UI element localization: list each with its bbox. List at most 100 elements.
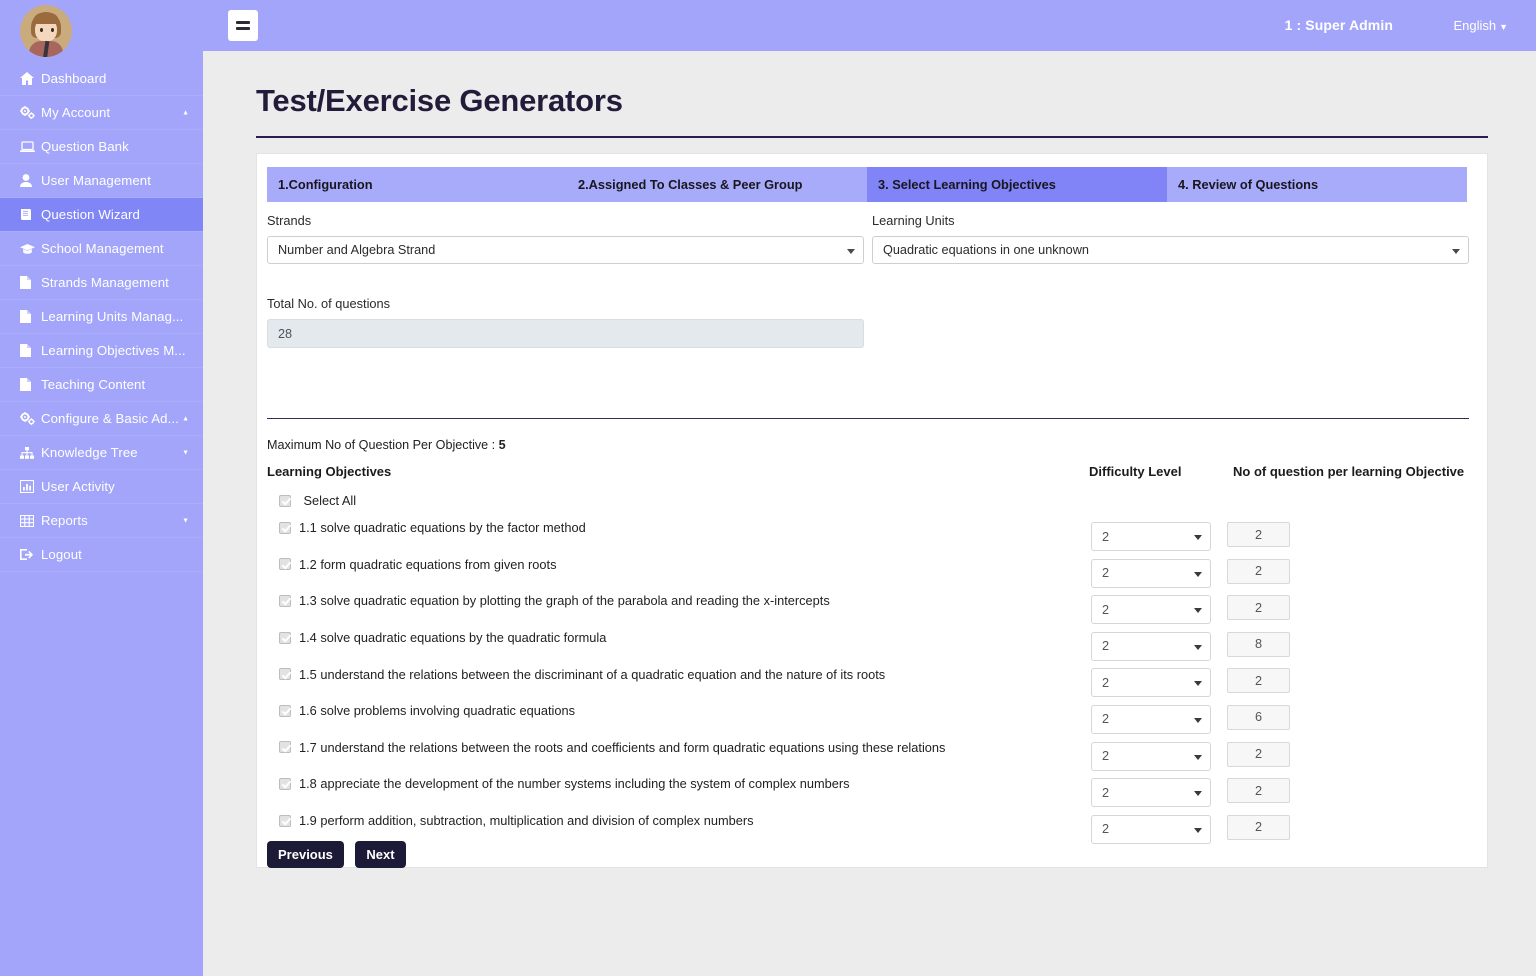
step-tab-1[interactable]: 1.Configuration 2.Assigned To Classes & … — [267, 167, 867, 202]
chevron-up-icon: ▲ — [182, 415, 189, 422]
question-count-input[interactable]: 2 — [1227, 558, 1290, 584]
objectives-list: 1.1 solve quadratic equations by the fac… — [279, 519, 1469, 848]
file-icon — [20, 344, 41, 357]
next-button[interactable]: Next — [355, 841, 406, 868]
objective-row: 1.9 perform addition, subtraction, multi… — [279, 812, 1469, 849]
objective-label: 1.8 appreciate the development of the nu… — [299, 776, 850, 792]
total-questions-label: Total No. of questions — [267, 296, 391, 311]
objective-row: 1.7 understand the relations between the… — [279, 739, 1469, 776]
step-tab-3[interactable]: 3. Select Learning Objectives — [867, 167, 1167, 202]
sidebar-item-question-bank[interactable]: Question Bank — [0, 130, 203, 164]
objective-checkbox[interactable] — [279, 521, 291, 534]
select-all-row: Select All — [279, 492, 356, 510]
sidebar-item-dashboard[interactable]: Dashboard — [0, 62, 203, 96]
objective-label: 1.3 solve quadratic equation by plotting… — [299, 593, 830, 609]
difficulty-level-select[interactable]: 2 — [1091, 522, 1211, 551]
sidebar-item-strands-management[interactable]: Strands Management — [0, 266, 203, 300]
difficulty-level-select[interactable]: 2 — [1091, 778, 1211, 808]
question-count-input[interactable]: 2 — [1227, 595, 1290, 621]
hamburger-menu-icon[interactable] — [228, 10, 258, 41]
learning-units-field-group: Learning Units Quadratic equations in on… — [872, 213, 1469, 264]
difficulty-level-select[interactable]: 2 — [1091, 704, 1211, 734]
objective-row: 1.3 solve quadratic equation by plotting… — [279, 592, 1469, 629]
avatar-eye-right — [51, 28, 54, 32]
strands-field-group: Strands Number and Algebra Strand — [267, 213, 864, 264]
sidebar-item-label: School Management — [41, 241, 164, 256]
objective-checkbox[interactable] — [279, 741, 291, 754]
sidebar-item-learning-units-manag[interactable]: Learning Units Manag... — [0, 300, 203, 334]
sidebar-item-knowledge-tree[interactable]: Knowledge Tree ▼ — [0, 436, 203, 470]
sidebar-item-label: Teaching Content — [41, 377, 146, 392]
sidebar-item-school-management[interactable]: School Management — [0, 232, 203, 266]
difficulty-level-select[interactable]: 2 — [1091, 631, 1211, 661]
question-count-input[interactable]: 2 — [1227, 814, 1290, 840]
sidebar-item-label: User Management — [41, 173, 151, 188]
strands-select[interactable]: Number and Algebra Strand — [267, 236, 864, 264]
app-root: Dashboard My Account ▲ Question Bank User Ma… — [0, 0, 1536, 976]
total-questions-field-group: Total No. of questions 28 — [267, 296, 864, 348]
objective-checkbox[interactable] — [279, 704, 291, 717]
sidebar-item-label: Logout — [41, 547, 82, 562]
sidebar-item-learning-objectives-m[interactable]: Learning Objectives M... — [0, 334, 203, 368]
objective-checkbox[interactable] — [279, 668, 291, 681]
question-count-input[interactable]: 2 — [1227, 741, 1290, 767]
gears-icon — [20, 412, 41, 425]
avatar[interactable] — [20, 5, 72, 57]
max-per-objective-value: 5 — [498, 438, 506, 452]
sidebar-item-question-wizard[interactable]: Question Wizard — [0, 198, 203, 232]
difficulty-level-select[interactable]: 2 — [1091, 741, 1211, 771]
question-count-input[interactable]: 2 — [1227, 522, 1290, 547]
question-count-input[interactable]: 6 — [1227, 704, 1290, 730]
sidebar-item-teaching-content[interactable]: Teaching Content — [0, 368, 203, 402]
sidebar-item-my-account[interactable]: My Account ▲ — [0, 96, 203, 130]
user-icon — [20, 174, 41, 187]
difficulty-level-value: 2 — [1102, 822, 1110, 837]
question-count-input[interactable]: 2 — [1227, 668, 1290, 694]
objective-checkbox[interactable] — [279, 558, 291, 571]
difficulty-level-select[interactable]: 2 — [1091, 558, 1211, 588]
select-all-label: Select All — [303, 493, 357, 509]
objective-checkbox[interactable] — [279, 594, 291, 607]
select-all-checkbox[interactable] — [279, 494, 291, 507]
sitemap-icon — [20, 446, 41, 459]
question-count-input[interactable]: 8 — [1227, 631, 1290, 657]
sidebar-item-label: Configure & Basic Ad... — [41, 411, 179, 426]
gears-icon — [20, 106, 41, 119]
objective-checkbox[interactable] — [279, 631, 291, 644]
sidebar-item-label: My Account — [41, 105, 111, 120]
language-selector[interactable]: English ▼ — [1453, 18, 1508, 33]
step-tab-3-label: 3. Select Learning Objectives — [878, 177, 1056, 192]
objective-label: 1.4 solve quadratic equations by the qua… — [299, 630, 607, 646]
objective-row: 1.6 solve problems involving quadratic e… — [279, 702, 1469, 739]
question-count-value: 2 — [1254, 564, 1263, 579]
learning-units-select[interactable]: Quadratic equations in one unknown — [872, 236, 1469, 264]
step-tab-2[interactable]: 2.Assigned To Classes & Peer Group — [578, 167, 803, 202]
difficulty-level-value: 2 — [1102, 566, 1110, 581]
question-count-input[interactable]: 2 — [1227, 778, 1290, 804]
section-divider — [267, 418, 1469, 419]
objective-checkbox[interactable] — [279, 777, 291, 790]
sidebar-item-label: Strands Management — [41, 275, 169, 290]
question-count-value: 2 — [1254, 820, 1263, 835]
hamburger-bar-2 — [236, 27, 250, 30]
logout-icon — [20, 548, 41, 561]
difficulty-level-select[interactable]: 2 — [1091, 668, 1211, 698]
objective-checkbox[interactable] — [279, 814, 291, 827]
step-tab-4[interactable]: 4. Review of Questions — [1167, 167, 1467, 202]
sidebar-item-reports[interactable]: Reports ▼ — [0, 504, 203, 538]
objective-row: 1.2 form quadratic equations from given … — [279, 556, 1469, 593]
graduation-icon — [20, 243, 41, 255]
sidebar-item-logout[interactable]: Logout — [0, 538, 203, 572]
previous-button[interactable]: Previous — [267, 841, 344, 868]
question-count-value: 2 — [1254, 673, 1263, 688]
difficulty-level-select[interactable]: 2 — [1091, 595, 1211, 625]
total-questions-input[interactable]: 28 — [267, 319, 864, 348]
sidebar-item-user-activity[interactable]: User Activity — [0, 470, 203, 504]
avatar-container — [0, 0, 203, 62]
difficulty-level-select[interactable]: 2 — [1091, 814, 1211, 844]
sidebar-item-label: User Activity — [41, 479, 115, 494]
sidebar-item-user-management[interactable]: User Management — [0, 164, 203, 198]
wizard-stepper: 1.Configuration 2.Assigned To Classes & … — [267, 167, 1467, 202]
sidebar-item-configure-basic-ad[interactable]: Configure & Basic Ad... ▲ — [0, 402, 203, 436]
question-count-value: 8 — [1254, 637, 1263, 652]
